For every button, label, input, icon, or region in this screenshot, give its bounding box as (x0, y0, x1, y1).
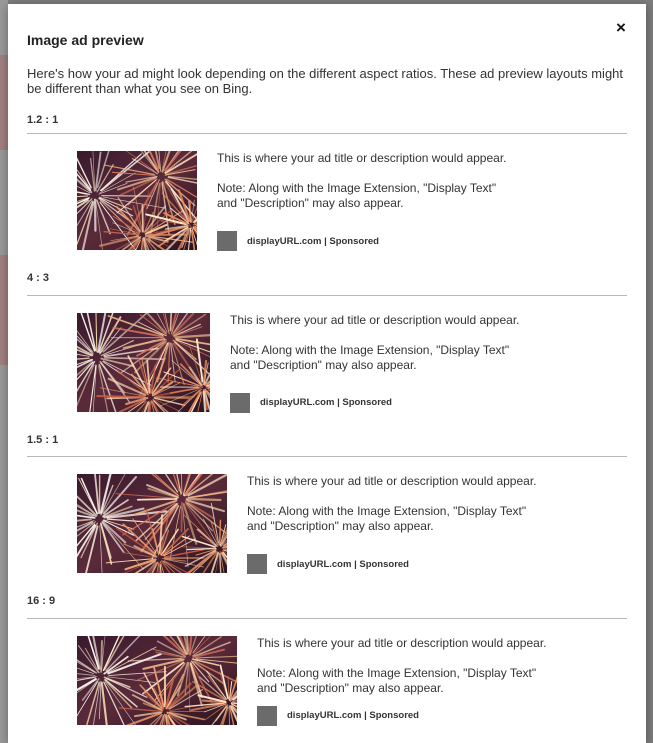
divider (27, 295, 627, 296)
ad-display-url: displayURL.com | Sponsored (287, 710, 419, 721)
ad-image-fireworks (77, 636, 237, 725)
ad-note-line2: and "Description" may also appear. (247, 519, 434, 533)
ad-logo-placeholder (230, 393, 250, 413)
ad-logo-placeholder (217, 231, 237, 251)
ratio-label: 4 : 3 (27, 272, 50, 284)
ad-image-fireworks (77, 151, 197, 250)
ad-logo-placeholder (247, 554, 267, 574)
divider (27, 618, 627, 619)
divider (27, 133, 627, 134)
ad-note-line1: Note: Along with the Image Extension, "D… (247, 504, 527, 518)
ad-note-line2: and "Description" may also appear. (217, 196, 404, 210)
ad-logo-placeholder (257, 706, 277, 726)
background-image-fragment (0, 55, 8, 150)
ad-text: This is where your ad title or descripti… (217, 151, 507, 165)
ad-display-url: displayURL.com | Sponsored (247, 236, 379, 247)
ad-image-fireworks (77, 313, 210, 412)
ad-display-url: displayURL.com | Sponsored (260, 397, 392, 408)
ad-text: This is where your ad title or descripti… (257, 636, 547, 650)
ad-text: This is where your ad title or descripti… (230, 313, 520, 327)
ad-note-line1: Note: Along with the Image Extension, "D… (230, 343, 510, 357)
ratio-label: 1.5 : 1 (27, 434, 59, 446)
dialog-title: Image ad preview (27, 32, 144, 48)
ad-note-line1: Note: Along with the Image Extension, "D… (257, 666, 537, 680)
ad-note-line1: Note: Along with the Image Extension, "D… (217, 181, 497, 195)
ratio-label: 1.2 : 1 (27, 114, 59, 126)
ad-display-url: displayURL.com | Sponsored (277, 559, 409, 570)
ad-image-fireworks (77, 474, 227, 573)
ad-note-line2: and "Description" may also appear. (230, 358, 417, 372)
close-icon[interactable]: × (612, 19, 630, 37)
background-image-fragment (0, 255, 8, 365)
divider (27, 456, 627, 457)
ad-note-line2: and "Description" may also appear. (257, 681, 444, 695)
ratio-label: 16 : 9 (27, 595, 56, 607)
ad-text: This is where your ad title or descripti… (247, 474, 537, 488)
intro-text: Here's how your ad might look depending … (27, 66, 624, 96)
image-ad-preview-dialog: Image ad preview × Here's how your ad mi… (8, 4, 646, 743)
